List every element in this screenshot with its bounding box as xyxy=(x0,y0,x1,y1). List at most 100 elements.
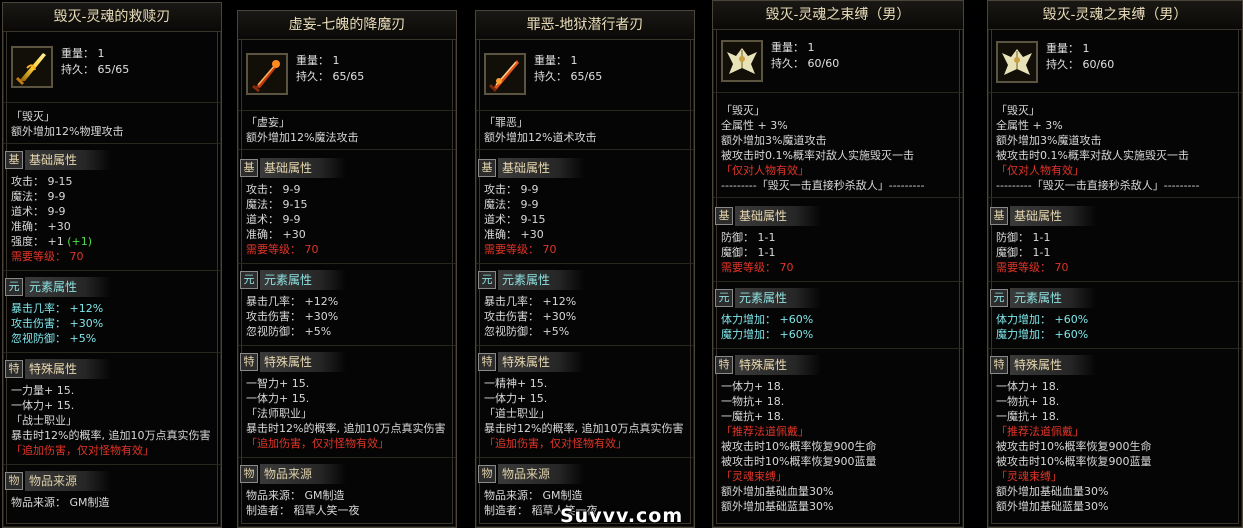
special-badge-icon: 特 xyxy=(715,356,733,374)
base-attributes-title: 基础属性 xyxy=(1014,209,1063,223)
attr-ignore-defense: 忽视防御： +5% xyxy=(246,325,332,338)
affix-name: 「罪恶」 xyxy=(484,116,528,129)
special-attributes-section: 特 特殊属性 一体力+ 18. 一物抗+ 18. 一魔抗+ 18. 「推荐法道佩… xyxy=(988,349,1242,520)
set-bonus: 额外增加基础血量30% xyxy=(996,485,1109,498)
fire-blade-icon[interactable] xyxy=(484,53,526,95)
affix-section: 「毁灭」 全属性 + 3% 额外增加3%魔道攻击 被攻击时0.1%概率对敌人实施… xyxy=(713,93,963,198)
element-attributes-title: 元素属性 xyxy=(264,273,313,287)
element-attributes-section: 元 元素属性 体力增加： +60% 魔力增加： +60% xyxy=(988,282,1242,349)
element-attributes-header[interactable]: 元 元素属性 xyxy=(238,270,456,290)
source-header[interactable]: 物 物品来源 xyxy=(3,471,221,491)
item-weight: 重量： 1 xyxy=(296,54,340,67)
affix-line: 额外增加12%魔法攻击 xyxy=(246,131,359,144)
attr-ignore-defense: 忽视防御： +5% xyxy=(11,332,97,345)
affix-name: 「毁灭」 xyxy=(721,104,765,117)
item-weight: 重量： 1 xyxy=(771,41,815,54)
set-bonus: 额外增加基础蓝量30% xyxy=(721,500,834,513)
element-attributes-title: 元素属性 xyxy=(739,291,788,305)
special-attributes-header[interactable]: 特 特殊属性 xyxy=(3,359,221,379)
item-name: 毁灭-灵魂之束缚（男） xyxy=(988,1,1242,30)
attr-strength: 强度： +1 (+1) xyxy=(11,235,93,248)
item-source: 物品来源： GM制造 xyxy=(246,489,345,502)
base-attributes-header[interactable]: 基 基础属性 xyxy=(713,206,963,226)
item-header: 重量： 1 持久： 60/60 xyxy=(988,30,1242,93)
extra-effect: 被攻击时10%概率恢复900生命 xyxy=(996,440,1152,453)
base-attributes-section: 基 基础属性 攻击： 9-9 魔法： 9-9 道术： 9-15 准确： +30 … xyxy=(476,150,694,264)
special-attributes-header[interactable]: 特 特殊属性 xyxy=(476,352,694,372)
attr-attack: 攻击： 9-9 xyxy=(246,183,301,196)
source-header[interactable]: 物 物品来源 xyxy=(238,464,456,484)
base-attributes-header[interactable]: 基 基础属性 xyxy=(238,158,456,178)
attr-hp-increase: 体力增加： +60% xyxy=(996,313,1089,326)
item-source: 物品来源： GM制造 xyxy=(11,496,110,509)
special-attributes-header[interactable]: 特 特殊属性 xyxy=(988,355,1242,375)
affix-name: 「毁灭」 xyxy=(996,104,1040,117)
attr-attack-damage: 攻击伤害： +30% xyxy=(484,310,577,323)
special-badge-icon: 特 xyxy=(478,353,496,371)
base-attributes-header[interactable]: 基 基础属性 xyxy=(3,150,221,170)
attr-attack-damage: 攻击伤害： +30% xyxy=(11,317,104,330)
base-badge-icon: 基 xyxy=(478,159,496,177)
source-badge-icon: 物 xyxy=(478,465,496,483)
golden-blade-icon[interactable] xyxy=(11,46,53,88)
item-maker: 制造者： 稻草人笑一夜 xyxy=(246,504,360,517)
special-line: 一力量+ 15. xyxy=(11,384,75,397)
flame-blade-icon[interactable] xyxy=(246,53,288,95)
winged-armor-icon[interactable] xyxy=(721,40,763,82)
element-attributes-header[interactable]: 元 元素属性 xyxy=(988,288,1242,308)
item-weight: 重量： 1 xyxy=(534,54,578,67)
special-attributes-title: 特殊属性 xyxy=(264,355,313,369)
special-line: 一体力+ 15. xyxy=(246,392,310,405)
item-name: 虚妄-七魄的降魔刃 xyxy=(238,11,456,40)
affix-line: 全属性 + 3% xyxy=(996,119,1063,132)
element-badge-icon: 元 xyxy=(240,271,258,289)
attr-accuracy: 准确： +30 xyxy=(11,220,71,233)
item-durability: 持久： 60/60 xyxy=(771,57,840,70)
item-header: 重量： 1 持久： 65/65 xyxy=(238,40,456,111)
item-tooltip-3: 罪恶-地狱潜行者刃 重量： 1 持久： 65/65 「罪恶」 额外增加12%道术… xyxy=(475,10,695,528)
base-badge-icon: 基 xyxy=(5,151,23,169)
element-attributes-header[interactable]: 元 元素属性 xyxy=(476,270,694,290)
required-level: 需要等级： 70 xyxy=(11,250,84,263)
item-weight: 重量： 1 xyxy=(1046,42,1090,55)
crit-effect: 暴击时12%的概率, 追加10万点真实伤害 xyxy=(484,422,684,435)
special-attributes-header[interactable]: 特 特殊属性 xyxy=(238,352,456,372)
source-badge-icon: 物 xyxy=(240,465,258,483)
item-name: 毁灭-灵魂之束缚（男） xyxy=(713,1,963,30)
base-attributes-header[interactable]: 基 基础属性 xyxy=(476,158,694,178)
special-line: 一体力+ 18. xyxy=(721,380,785,393)
base-attributes-title: 基础属性 xyxy=(502,161,551,175)
affix-name: 「毁灭」 xyxy=(11,110,55,123)
base-attributes-header[interactable]: 基 基础属性 xyxy=(988,206,1242,226)
source-header[interactable]: 物 物品来源 xyxy=(476,464,694,484)
attr-magic-defense: 魔御： 1-1 xyxy=(721,246,776,259)
item-tooltip-4: 毁灭-灵魂之束缚（男） 重量： 1 持久： 60/60 「毁灭」 全属性 + 3… xyxy=(712,0,964,528)
special-attributes-title: 特殊属性 xyxy=(739,358,788,372)
attr-magic: 魔法： 9-9 xyxy=(484,198,539,211)
set-bonus: 额外增加基础血量30% xyxy=(721,485,834,498)
special-badge-icon: 特 xyxy=(990,356,1008,374)
item-name: 罪恶-地狱潜行者刃 xyxy=(476,11,694,40)
element-attributes-header[interactable]: 元 元素属性 xyxy=(713,288,963,308)
item-durability: 持久： 60/60 xyxy=(1046,58,1115,71)
affix-line: 被攻击时0.1%概率对敌人实施毁灭一击 xyxy=(721,149,914,162)
source-title: 物品来源 xyxy=(264,467,313,481)
base-badge-icon: 基 xyxy=(715,207,733,225)
special-line: 一体力+ 18. xyxy=(996,380,1060,393)
source-section: 物 物品来源 物品来源： GM制造 xyxy=(3,465,221,516)
special-attributes-header[interactable]: 特 特殊属性 xyxy=(713,355,963,375)
element-attributes-header[interactable]: 元 元素属性 xyxy=(3,277,221,297)
winged-armor-icon[interactable] xyxy=(996,41,1038,83)
special-line: 一魔抗+ 18. xyxy=(721,410,785,423)
special-line: 一物抗+ 18. xyxy=(996,395,1060,408)
element-attributes-title: 元素属性 xyxy=(1014,291,1063,305)
special-attributes-section: 特 特殊属性 一精神+ 15. 一体力+ 15. 「道士职业」 暴击时12%的概… xyxy=(476,346,694,458)
crit-note: 「追加伤害，仅对怪物有效」 xyxy=(484,437,627,450)
attr-taoism: 道术： 9-15 xyxy=(484,213,546,226)
item-header: 重量： 1 持久： 65/65 xyxy=(476,40,694,111)
element-attributes-section: 元 元素属性 暴击几率： +12% 攻击伤害： +30% 忽视防御： +5% xyxy=(476,264,694,346)
job-requirement: 「战士职业」 xyxy=(11,414,77,427)
element-badge-icon: 元 xyxy=(715,289,733,307)
item-name: 毁灭-灵魂的救赎刃 xyxy=(3,3,221,32)
crit-note: 「追加伤害，仅对怪物有效」 xyxy=(246,437,389,450)
